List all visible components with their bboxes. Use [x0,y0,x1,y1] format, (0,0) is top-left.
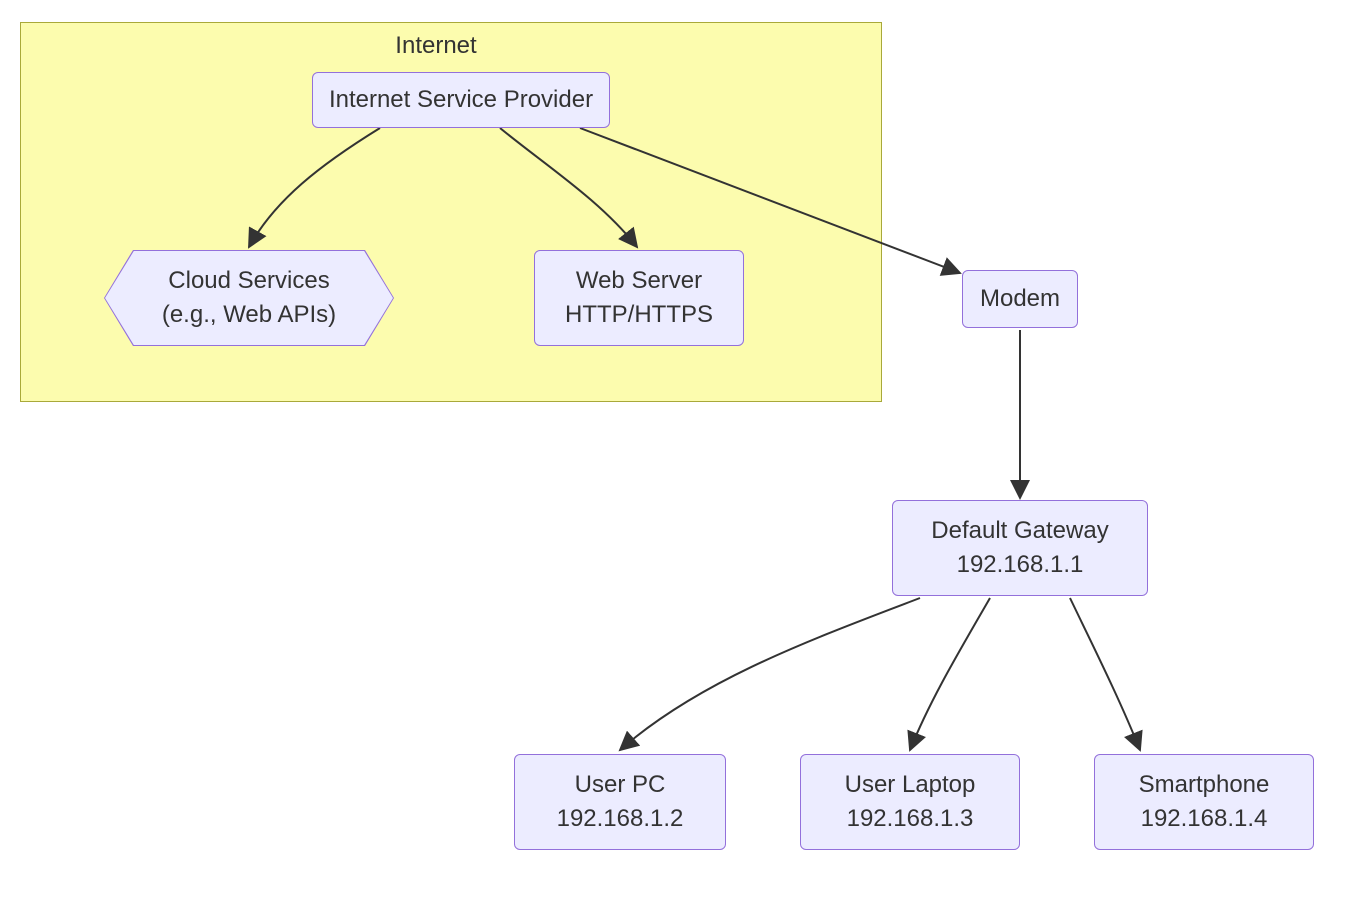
node-webserver-line2: HTTP/HTTPS [565,298,713,332]
node-phone-line1: Smartphone [1139,768,1270,802]
node-cloud-line2: (e.g., Web APIs) [162,298,336,332]
node-cloud-line1: Cloud Services [168,264,329,298]
node-webserver-line1: Web Server [576,264,702,298]
node-pc-line1: User PC [575,768,666,802]
edge-gateway-pc [620,598,920,750]
node-phone-line2: 192.168.1.4 [1141,802,1268,836]
node-isp-label: Internet Service Provider [329,83,593,117]
node-modem-label: Modem [980,282,1060,316]
node-gateway-line2: 192.168.1.1 [957,548,1084,582]
diagram-canvas: Internet Internet Service Provider Cloud… [0,0,1353,902]
node-gateway-line1: Default Gateway [931,514,1108,548]
edge-gateway-phone [1070,598,1140,750]
node-laptop-line1: User Laptop [845,768,976,802]
node-cloud-services: Cloud Services (e.g., Web APIs) [104,250,394,346]
node-smartphone: Smartphone 192.168.1.4 [1094,754,1314,850]
group-internet-title: Internet [376,32,496,60]
edge-gateway-laptop [910,598,990,750]
node-default-gateway: Default Gateway 192.168.1.1 [892,500,1148,596]
node-isp: Internet Service Provider [312,72,610,128]
node-pc-line2: 192.168.1.2 [557,802,684,836]
node-user-pc: User PC 192.168.1.2 [514,754,726,850]
node-user-laptop: User Laptop 192.168.1.3 [800,754,1020,850]
node-web-server: Web Server HTTP/HTTPS [534,250,744,346]
node-laptop-line2: 192.168.1.3 [847,802,974,836]
node-modem: Modem [962,270,1078,328]
